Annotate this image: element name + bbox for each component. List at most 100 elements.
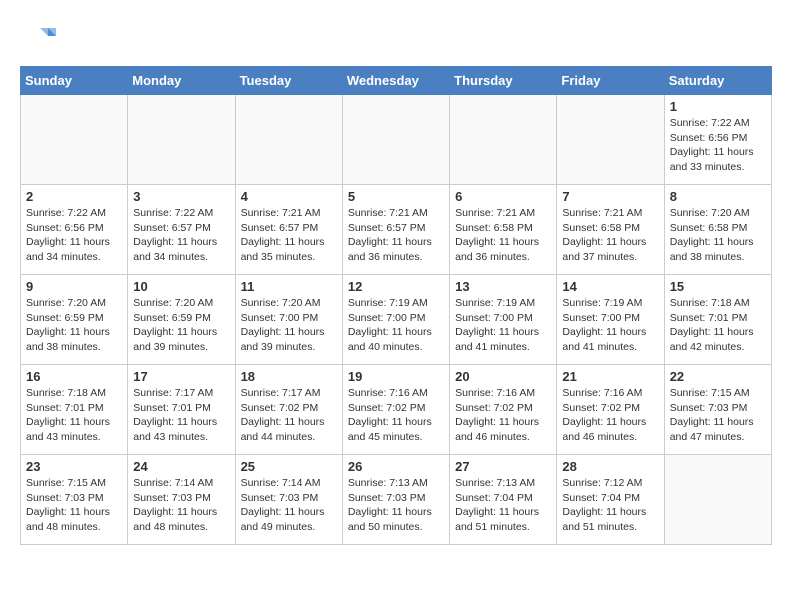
calendar-cell: 14 Sunrise: 7:19 AM Sunset: 7:00 PM Dayli… — [557, 275, 664, 365]
calendar-cell: 15Sunrise: 7:18 AM Sunset: 7:01 PM Dayli… — [664, 275, 771, 365]
calendar-week-5: 23 Sunrise: 7:15 AM Sunset: 7:03 PM Dayli… — [21, 455, 772, 545]
page-header — [20, 20, 772, 56]
calendar-cell: 6 Sunrise: 7:21 AM Sunset: 6:58 PM Daylig… — [450, 185, 557, 275]
day-info: Sunrise: 7:22 AM Sunset: 6:56 PM Dayligh… — [26, 206, 122, 265]
day-info: Sunrise: 7:21 AM Sunset: 6:57 PM Dayligh… — [241, 206, 337, 265]
day-number: 1 — [670, 99, 766, 114]
calendar-week-4: 16 Sunrise: 7:18 AM Sunset: 7:01 PM Dayli… — [21, 365, 772, 455]
day-number: 16 — [26, 369, 122, 384]
calendar-cell: 4 Sunrise: 7:21 AM Sunset: 6:57 PM Daylig… — [235, 185, 342, 275]
calendar-cell: 26 Sunrise: 7:13 AM Sunset: 7:03 PM Dayli… — [342, 455, 449, 545]
day-info: Sunrise: 7:16 AM Sunset: 7:02 PM Dayligh… — [348, 386, 444, 445]
day-info: Sunrise: 7:22 AM Sunset: 6:56 PM Dayligh… — [670, 116, 766, 175]
calendar-cell — [557, 95, 664, 185]
calendar-cell: 10 Sunrise: 7:20 AM Sunset: 6:59 PM Dayli… — [128, 275, 235, 365]
calendar-cell — [128, 95, 235, 185]
calendar-table: SundayMondayTuesdayWednesdayThursdayFrid… — [20, 66, 772, 545]
col-header-saturday: Saturday — [664, 67, 771, 95]
day-number: 13 — [455, 279, 551, 294]
day-number: 22 — [670, 369, 766, 384]
day-number: 7 — [562, 189, 658, 204]
day-number: 12 — [348, 279, 444, 294]
day-info: Sunrise: 7:18 AM Sunset: 7:01 PM Dayligh… — [670, 296, 766, 355]
calendar-cell: 8 Sunrise: 7:20 AM Sunset: 6:58 PM Daylig… — [664, 185, 771, 275]
day-number: 8 — [670, 189, 766, 204]
col-header-tuesday: Tuesday — [235, 67, 342, 95]
day-info: Sunrise: 7:17 AM Sunset: 7:01 PM Dayligh… — [133, 386, 229, 445]
day-number: 10 — [133, 279, 229, 294]
col-header-sunday: Sunday — [21, 67, 128, 95]
day-info: Sunrise: 7:21 AM Sunset: 6:57 PM Dayligh… — [348, 206, 444, 265]
calendar-cell: 2 Sunrise: 7:22 AM Sunset: 6:56 PM Daylig… — [21, 185, 128, 275]
day-number: 4 — [241, 189, 337, 204]
logo — [20, 20, 60, 56]
day-info: Sunrise: 7:18 AM Sunset: 7:01 PM Dayligh… — [26, 386, 122, 445]
day-info: Sunrise: 7:12 AM Sunset: 7:04 PM Dayligh… — [562, 476, 658, 535]
day-info: Sunrise: 7:19 AM Sunset: 7:00 PM Dayligh… — [562, 296, 658, 355]
day-number: 21 — [562, 369, 658, 384]
calendar-cell: 7 Sunrise: 7:21 AM Sunset: 6:58 PM Daylig… — [557, 185, 664, 275]
day-number: 17 — [133, 369, 229, 384]
day-info: Sunrise: 7:17 AM Sunset: 7:02 PM Dayligh… — [241, 386, 337, 445]
calendar-cell: 28 Sunrise: 7:12 AM Sunset: 7:04 PM Dayli… — [557, 455, 664, 545]
day-info: Sunrise: 7:15 AM Sunset: 7:03 PM Dayligh… — [670, 386, 766, 445]
day-number: 14 — [562, 279, 658, 294]
calendar-cell: 11Sunrise: 7:20 AM Sunset: 7:00 PM Dayli… — [235, 275, 342, 365]
calendar-week-2: 2 Sunrise: 7:22 AM Sunset: 6:56 PM Daylig… — [21, 185, 772, 275]
logo-icon — [20, 20, 56, 56]
calendar-cell: 19 Sunrise: 7:16 AM Sunset: 7:02 PM Dayli… — [342, 365, 449, 455]
calendar-cell — [235, 95, 342, 185]
calendar-cell: 18 Sunrise: 7:17 AM Sunset: 7:02 PM Dayli… — [235, 365, 342, 455]
calendar-header-row: SundayMondayTuesdayWednesdayThursdayFrid… — [21, 67, 772, 95]
day-number: 6 — [455, 189, 551, 204]
day-info: Sunrise: 7:20 AM Sunset: 6:59 PM Dayligh… — [133, 296, 229, 355]
col-header-thursday: Thursday — [450, 67, 557, 95]
day-number: 19 — [348, 369, 444, 384]
calendar-cell: 13 Sunrise: 7:19 AM Sunset: 7:00 PM Dayli… — [450, 275, 557, 365]
calendar-cell — [664, 455, 771, 545]
day-number: 26 — [348, 459, 444, 474]
day-number: 28 — [562, 459, 658, 474]
day-info: Sunrise: 7:21 AM Sunset: 6:58 PM Dayligh… — [455, 206, 551, 265]
calendar-cell — [450, 95, 557, 185]
day-number: 3 — [133, 189, 229, 204]
calendar-cell: 12 Sunrise: 7:19 AM Sunset: 7:00 PM Dayli… — [342, 275, 449, 365]
day-info: Sunrise: 7:19 AM Sunset: 7:00 PM Dayligh… — [455, 296, 551, 355]
day-number: 25 — [241, 459, 337, 474]
col-header-wednesday: Wednesday — [342, 67, 449, 95]
day-number: 5 — [348, 189, 444, 204]
day-info: Sunrise: 7:20 AM Sunset: 6:58 PM Dayligh… — [670, 206, 766, 265]
day-number: 23 — [26, 459, 122, 474]
day-info: Sunrise: 7:15 AM Sunset: 7:03 PM Dayligh… — [26, 476, 122, 535]
calendar-cell: 16 Sunrise: 7:18 AM Sunset: 7:01 PM Dayli… — [21, 365, 128, 455]
day-info: Sunrise: 7:21 AM Sunset: 6:58 PM Dayligh… — [562, 206, 658, 265]
calendar-cell — [342, 95, 449, 185]
calendar-cell: 22 Sunrise: 7:15 AM Sunset: 7:03 PM Dayli… — [664, 365, 771, 455]
day-info: Sunrise: 7:14 AM Sunset: 7:03 PM Dayligh… — [241, 476, 337, 535]
day-info: Sunrise: 7:14 AM Sunset: 7:03 PM Dayligh… — [133, 476, 229, 535]
calendar-cell: 21 Sunrise: 7:16 AM Sunset: 7:02 PM Dayli… — [557, 365, 664, 455]
day-info: Sunrise: 7:16 AM Sunset: 7:02 PM Dayligh… — [455, 386, 551, 445]
calendar-cell: 24Sunrise: 7:14 AM Sunset: 7:03 PM Dayli… — [128, 455, 235, 545]
col-header-monday: Monday — [128, 67, 235, 95]
day-number: 11 — [241, 279, 337, 294]
day-number: 18 — [241, 369, 337, 384]
calendar-cell — [21, 95, 128, 185]
calendar-cell: 23 Sunrise: 7:15 AM Sunset: 7:03 PM Dayli… — [21, 455, 128, 545]
calendar-cell: 3Sunrise: 7:22 AM Sunset: 6:57 PM Daylig… — [128, 185, 235, 275]
day-info: Sunrise: 7:13 AM Sunset: 7:04 PM Dayligh… — [455, 476, 551, 535]
col-header-friday: Friday — [557, 67, 664, 95]
calendar-cell: 1 Sunrise: 7:22 AM Sunset: 6:56 PM Daylig… — [664, 95, 771, 185]
day-info: Sunrise: 7:20 AM Sunset: 6:59 PM Dayligh… — [26, 296, 122, 355]
day-number: 27 — [455, 459, 551, 474]
day-info: Sunrise: 7:13 AM Sunset: 7:03 PM Dayligh… — [348, 476, 444, 535]
calendar-cell: 5 Sunrise: 7:21 AM Sunset: 6:57 PM Daylig… — [342, 185, 449, 275]
calendar-cell: 17 Sunrise: 7:17 AM Sunset: 7:01 PM Dayli… — [128, 365, 235, 455]
day-number: 9 — [26, 279, 122, 294]
calendar-cell: 27 Sunrise: 7:13 AM Sunset: 7:04 PM Dayli… — [450, 455, 557, 545]
day-info: Sunrise: 7:16 AM Sunset: 7:02 PM Dayligh… — [562, 386, 658, 445]
day-number: 20 — [455, 369, 551, 384]
day-number: 2 — [26, 189, 122, 204]
calendar-cell: 25 Sunrise: 7:14 AM Sunset: 7:03 PM Dayli… — [235, 455, 342, 545]
day-info: Sunrise: 7:19 AM Sunset: 7:00 PM Dayligh… — [348, 296, 444, 355]
